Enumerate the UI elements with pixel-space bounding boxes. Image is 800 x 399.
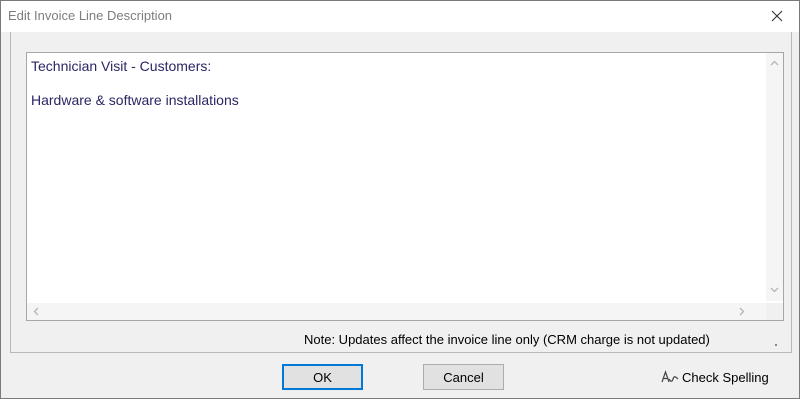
resize-grip[interactable]	[775, 344, 777, 346]
ok-button[interactable]: OK	[282, 364, 363, 390]
scroll-left-button[interactable]	[33, 307, 39, 316]
horizontal-scrollbar[interactable]	[27, 303, 766, 320]
scroll-up-button[interactable]	[770, 60, 779, 66]
description-line: Technician Visit - Customers:	[31, 58, 212, 74]
dialog-window: Edit Invoice Line Description Technician…	[0, 0, 800, 399]
chevron-left-icon	[33, 307, 39, 316]
description-line: Hardware & software installations	[31, 92, 239, 108]
scroll-down-button[interactable]	[770, 287, 779, 293]
close-button[interactable]	[755, 1, 799, 32]
chevron-down-icon	[770, 287, 779, 293]
description-textarea[interactable]: Technician Visit - Customers: Hardware &…	[26, 52, 784, 321]
close-icon	[771, 10, 783, 22]
chevron-up-icon	[770, 60, 779, 66]
vertical-scrollbar[interactable]	[766, 53, 783, 301]
scroll-right-button[interactable]	[739, 307, 745, 316]
check-spelling-label: Check Spelling	[682, 370, 769, 385]
update-note: Note: Updates affect the invoice line on…	[304, 332, 710, 347]
spell-check-icon	[661, 370, 679, 383]
check-spelling-button[interactable]: Check Spelling	[661, 370, 769, 385]
scrollbar-corner	[766, 303, 783, 320]
content-panel: Technician Visit - Customers: Hardware &…	[10, 32, 792, 353]
cancel-button[interactable]: Cancel	[423, 364, 504, 390]
chevron-right-icon	[739, 307, 745, 316]
window-title: Edit Invoice Line Description	[8, 8, 173, 23]
title-bar: Edit Invoice Line Description	[1, 1, 799, 32]
